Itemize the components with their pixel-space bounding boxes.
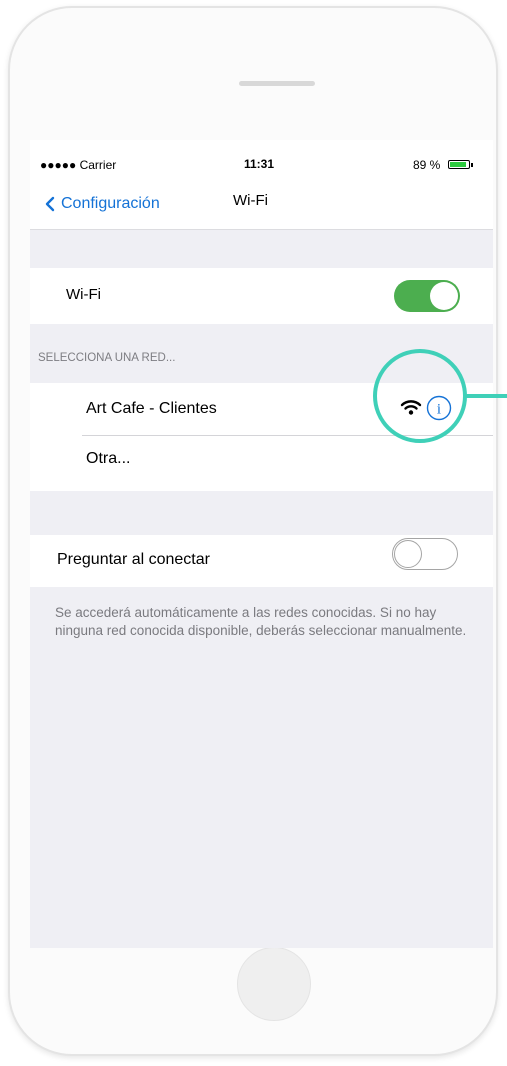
page-title: Wi-Fi bbox=[233, 192, 268, 209]
back-label: Configuración bbox=[61, 195, 160, 212]
battery-tip bbox=[471, 163, 473, 167]
wifi-cell: Wi-Fi bbox=[30, 268, 493, 324]
speaker-grille bbox=[239, 81, 315, 86]
ask-to-join-label: Preguntar al conectar bbox=[57, 551, 210, 568]
back-button[interactable]: Configuración bbox=[42, 190, 160, 218]
highlight-circle bbox=[373, 349, 467, 443]
home-button[interactable] bbox=[237, 947, 311, 1021]
networks-section-header: SELECCIONA UNA RED... bbox=[38, 352, 176, 364]
toggle-knob bbox=[394, 539, 422, 568]
wifi-toggle[interactable] bbox=[394, 280, 460, 312]
wifi-label: Wi-Fi bbox=[66, 286, 101, 303]
clock: 11:31 bbox=[244, 157, 275, 171]
network-name: Otra... bbox=[86, 450, 131, 467]
toggle-knob bbox=[430, 282, 458, 310]
chevron-left-icon bbox=[45, 196, 55, 212]
network-name: Art Cafe - Clientes bbox=[86, 400, 217, 417]
carrier-label: ●●●●● Carrier bbox=[40, 158, 117, 172]
highlight-callout-line bbox=[465, 394, 507, 398]
battery-percentage: 89 % bbox=[413, 158, 441, 172]
battery-level-fill bbox=[450, 162, 466, 167]
ask-to-join-cell: Preguntar al conectar bbox=[30, 535, 493, 587]
ask-to-join-footnote: Se accederá automáticamente a las redes … bbox=[55, 605, 467, 638]
ask-to-join-toggle[interactable] bbox=[392, 538, 458, 570]
screen: ●●●●● Carrier 11:31 89 % Configuración W… bbox=[30, 140, 493, 948]
navigation-bar: Configuración Wi-Fi bbox=[30, 188, 493, 230]
battery-icon bbox=[448, 160, 470, 169]
status-bar: ●●●●● Carrier 11:31 89 % bbox=[30, 140, 493, 188]
